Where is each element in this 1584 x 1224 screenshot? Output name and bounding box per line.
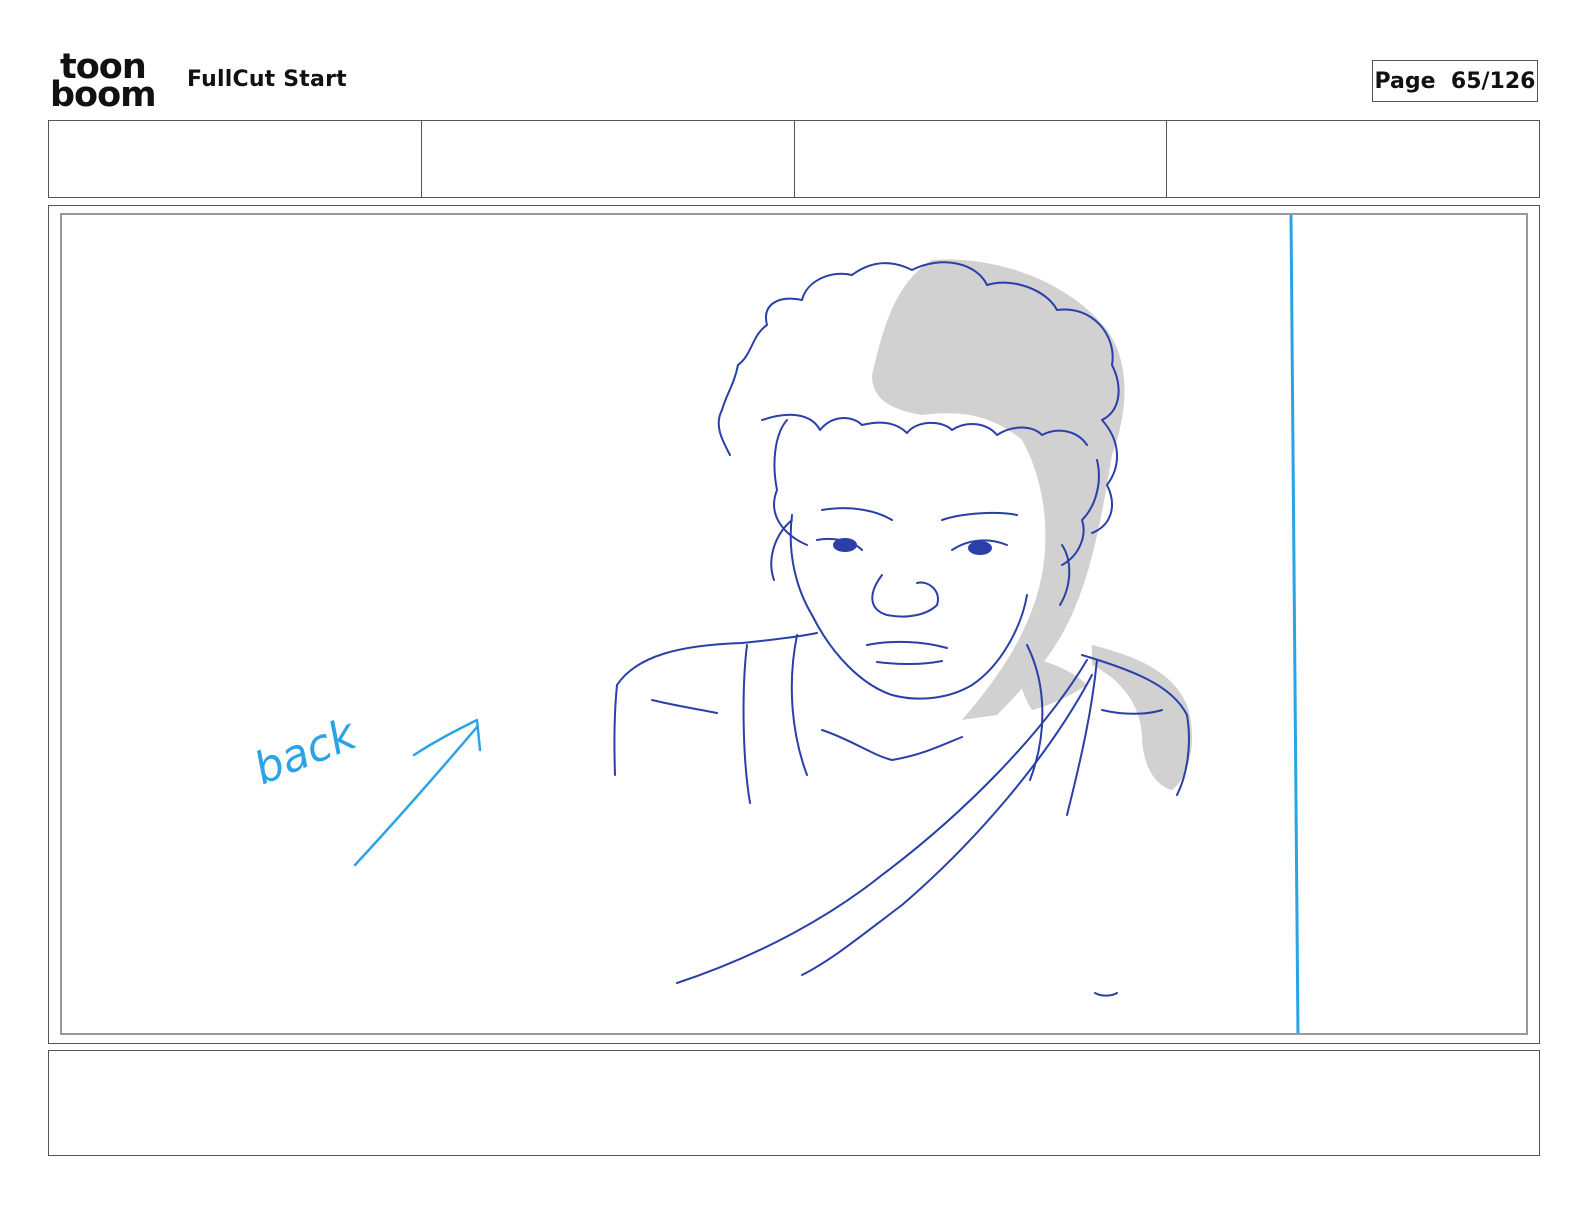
annotation-arrow	[353, 718, 482, 867]
page-indicator: Page 65/126	[1372, 60, 1538, 102]
header-field-2[interactable]	[422, 121, 795, 197]
panel-sketch: back	[247, 215, 1300, 1033]
cut-line	[1289, 215, 1300, 1033]
project-title: FullCut Start	[187, 67, 347, 92]
shadow-shading	[872, 259, 1192, 790]
logo-line-2: boom	[50, 75, 157, 115]
toonboom-logo: toon boom	[50, 50, 164, 115]
annotation-text: back	[247, 708, 364, 795]
header-field-3[interactable]	[795, 121, 1168, 197]
notes-box[interactable]	[48, 1050, 1540, 1156]
header-fields-row	[48, 120, 1540, 198]
panel-frame[interactable]: back	[60, 213, 1528, 1035]
header-field-4[interactable]	[1167, 121, 1539, 197]
storyboard-panel: back	[48, 205, 1540, 1044]
header-field-1[interactable]	[49, 121, 422, 197]
